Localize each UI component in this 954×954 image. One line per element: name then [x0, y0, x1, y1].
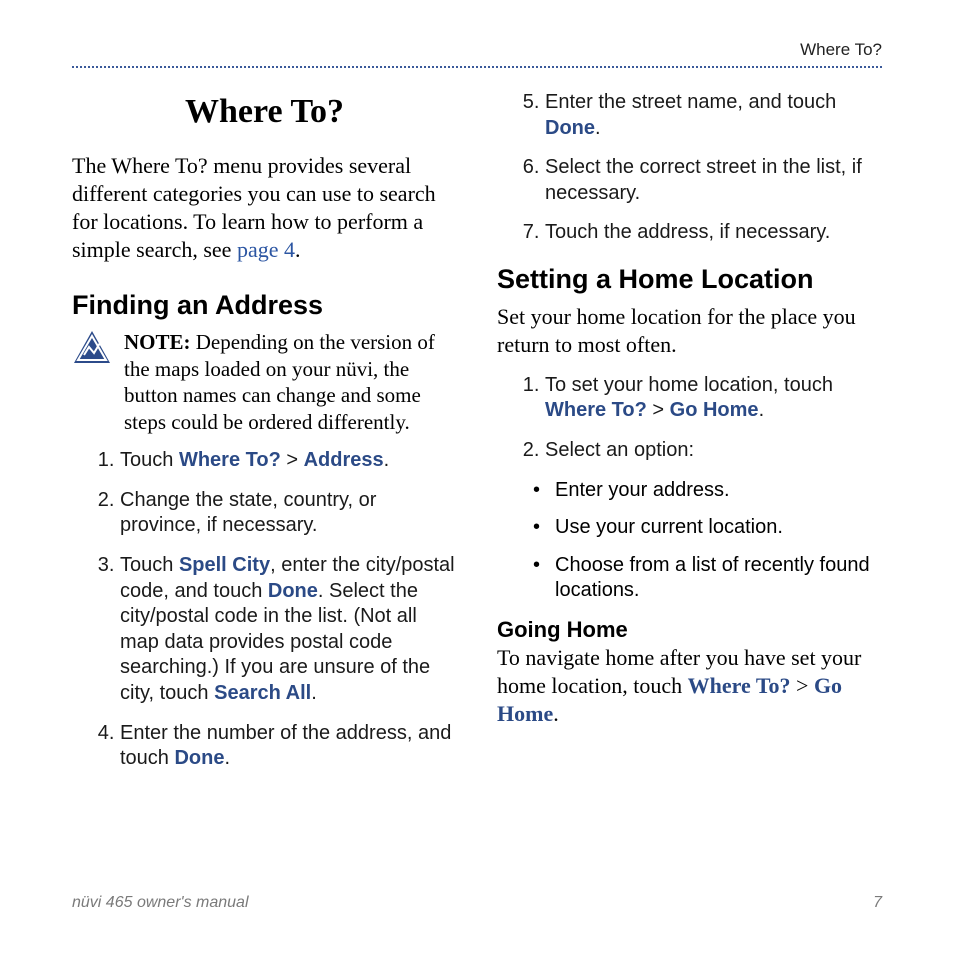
cmd-spell-city: Spell City [179, 554, 270, 576]
cmd-done: Done [268, 580, 318, 602]
heading-going-home: Going Home [497, 616, 882, 644]
chapter-title: Where To? [72, 90, 457, 134]
warning-icon [72, 329, 112, 369]
finding-address-steps: Touch Where To? > Address. Change the st… [72, 448, 457, 772]
column-left: Where To? The Where To? menu provides se… [72, 90, 457, 862]
home-intro: Set your home location for the place you… [497, 303, 882, 359]
home-options: Enter your address. Use your current loc… [497, 478, 882, 604]
cmd-where-to: Where To? [688, 673, 791, 698]
column-right: Enter the street name, and touch Done. S… [497, 90, 882, 862]
option-current-location: Use your current location. [555, 515, 882, 541]
step-6: Select the correct street in the list, i… [545, 155, 882, 206]
step-4: Enter the number of the address, and tou… [120, 721, 457, 772]
page-footer: nüvi 465 owner's manual 7 [72, 894, 882, 912]
home-steps: To set your home location, touch Where T… [497, 373, 882, 464]
content-columns: Where To? The Where To? menu provides se… [72, 90, 882, 862]
intro-paragraph: The Where To? menu provides several diff… [72, 152, 457, 265]
heading-finding-address: Finding an Address [72, 288, 457, 323]
running-header: Where To? [72, 0, 882, 68]
step-7: Touch the address, if necessary. [545, 220, 882, 246]
step-2: Change the state, country, or province, … [120, 488, 457, 539]
option-enter-address: Enter your address. [555, 478, 882, 504]
cmd-where-to: Where To? [179, 449, 281, 471]
home-step-1: To set your home location, touch Where T… [545, 373, 882, 424]
step-3: Touch Spell City, enter the city/postal … [120, 553, 457, 707]
page: Where To? Where To? The Where To? menu p… [72, 0, 882, 954]
going-home-paragraph: To navigate home after you have set your… [497, 644, 882, 728]
footer-manual-title: nüvi 465 owner's manual [72, 894, 249, 912]
note-block: NOTE: Depending on the version of the ma… [72, 329, 457, 437]
page-number: 7 [873, 894, 882, 912]
note-label: NOTE: [124, 330, 191, 354]
step-5: Enter the street name, and touch Done. [545, 90, 882, 141]
page-4-link[interactable]: page 4 [237, 237, 295, 262]
intro-text-after: . [295, 237, 301, 262]
home-step-2: Select an option: [545, 438, 882, 464]
note-text: NOTE: Depending on the version of the ma… [124, 329, 457, 437]
option-recent-list: Choose from a list of recently found loc… [555, 553, 882, 604]
cmd-search-all: Search All [214, 682, 311, 704]
heading-setting-home: Setting a Home Location [497, 262, 882, 297]
cmd-done: Done [545, 117, 595, 139]
finding-address-steps-cont: Enter the street name, and touch Done. S… [497, 90, 882, 246]
cmd-go-home: Go Home [670, 399, 759, 421]
cmd-done: Done [174, 747, 224, 769]
cmd-address: Address [304, 449, 384, 471]
step-1: Touch Where To? > Address. [120, 448, 457, 474]
cmd-where-to: Where To? [545, 399, 647, 421]
